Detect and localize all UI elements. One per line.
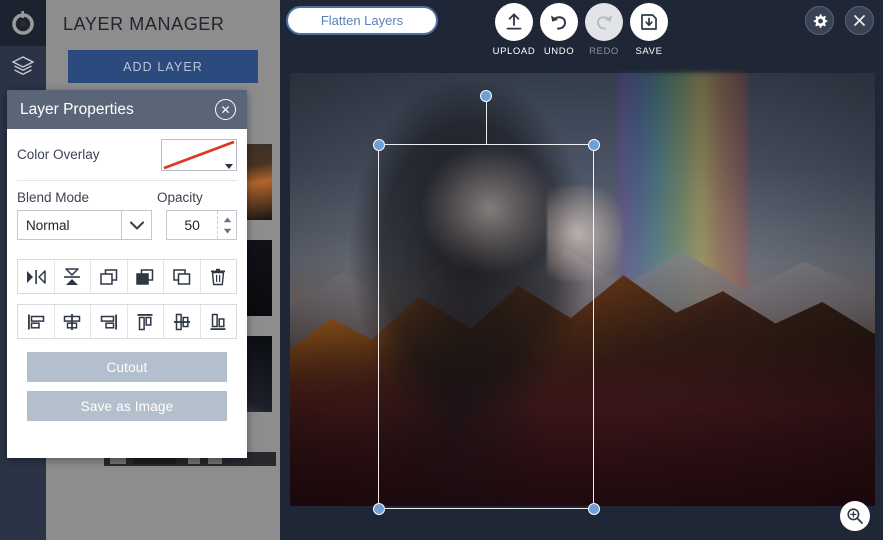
stepper-down-icon	[223, 228, 231, 233]
color-overlay-swatch[interactable]	[161, 138, 237, 171]
duplicate-icon[interactable]	[164, 260, 201, 293]
undo-label: UNDO	[543, 46, 575, 57]
canvas-area[interactable]	[280, 66, 883, 540]
dialog-body: Color Overlay Blend Mode Opacity Normal	[7, 129, 247, 421]
opacity-value: 50	[184, 217, 200, 233]
redo-icon	[596, 15, 612, 30]
resize-handle-bottom-left[interactable]	[372, 502, 385, 515]
redo-icon-wrap	[585, 3, 623, 41]
align-bottom-icon[interactable]	[201, 305, 237, 338]
undo-button[interactable]: UNDO	[537, 3, 581, 57]
image-editor-app: LAYER MANAGER ADD LAYER Layer Properties…	[0, 0, 883, 540]
add-layer-button[interactable]: ADD LAYER	[68, 50, 258, 83]
chevron-down-icon	[121, 211, 151, 239]
dialog-header: Layer Properties ✕	[7, 90, 247, 129]
upload-button[interactable]: UPLOAD	[492, 3, 536, 57]
settings-button[interactable]	[805, 6, 834, 35]
dialog-actions: Cutout Save as Image	[17, 349, 237, 421]
undo-icon-wrap	[540, 3, 578, 41]
save-label: SAVE	[635, 46, 663, 57]
logo-icon	[12, 11, 34, 35]
align-right-icon[interactable]	[91, 305, 128, 338]
close-icon	[854, 15, 865, 26]
undo-icon	[551, 15, 567, 30]
color-overlay-label: Color Overlay	[17, 147, 100, 162]
delete-icon[interactable]	[201, 260, 237, 293]
bring-forward-icon[interactable]	[91, 260, 128, 293]
align-left-icon[interactable]	[18, 305, 55, 338]
opacity-label: Opacity	[157, 190, 203, 205]
opacity-stepper[interactable]	[217, 211, 236, 239]
align-top-icon[interactable]	[128, 305, 164, 338]
layer-properties-dialog: Layer Properties ✕ Color Overlay Blend M…	[7, 90, 247, 458]
rotate-handle[interactable]	[479, 90, 492, 102]
transform-tool-section	[17, 251, 237, 339]
save-as-image-button[interactable]: Save as Image	[27, 391, 227, 421]
resize-handle-bottom-right[interactable]	[587, 502, 600, 515]
save-button[interactable]: SAVE	[627, 3, 671, 57]
top-toolbar: Flatten Layers UPLOAD UNDO REDO SAVE	[280, 0, 883, 66]
composite-artwork[interactable]	[290, 73, 875, 515]
app-logo[interactable]	[0, 0, 46, 46]
redo-label: REDO	[589, 46, 619, 57]
save-icon	[641, 14, 657, 30]
upload-icon-wrap	[495, 3, 533, 41]
opacity-input[interactable]: 50	[166, 210, 237, 240]
resize-handle-top-right[interactable]	[587, 138, 600, 151]
blend-opacity-controls: Normal 50	[17, 205, 237, 251]
upload-icon	[506, 13, 522, 30]
close-icon[interactable]: ✕	[215, 99, 236, 120]
page-title: LAYER MANAGER	[63, 14, 225, 34]
blend-mode-value: Normal	[26, 217, 70, 233]
blend-mode-label: Blend Mode	[17, 190, 90, 205]
flatten-layers-button[interactable]: Flatten Layers	[286, 6, 438, 35]
sidebar-item-layers[interactable]	[0, 46, 46, 86]
zoom-in-icon	[847, 508, 863, 524]
cutout-button[interactable]: Cutout	[27, 352, 227, 382]
blend-mode-select[interactable]: Normal	[17, 210, 153, 240]
zoom-in-button[interactable]	[840, 501, 870, 531]
selection-frame[interactable]	[372, 90, 600, 515]
resize-handle-top-left[interactable]	[372, 138, 385, 151]
bring-to-front-icon[interactable]	[128, 260, 164, 293]
close-button[interactable]	[845, 6, 874, 35]
blend-opacity-labels: Blend Mode Opacity	[17, 181, 237, 205]
align-middle-vertical-icon[interactable]	[164, 305, 201, 338]
transform-tool-row	[17, 259, 237, 294]
redo-button[interactable]: REDO	[582, 3, 626, 57]
color-overlay-row: Color Overlay	[17, 129, 237, 181]
align-center-horizontal-icon[interactable]	[55, 305, 91, 338]
stepper-up-icon	[223, 217, 231, 222]
flip-horizontal-icon[interactable]	[18, 260, 55, 293]
gear-icon	[813, 13, 827, 28]
layers-stack-icon	[11, 56, 35, 75]
save-icon-wrap	[630, 3, 668, 41]
flip-vertical-icon[interactable]	[55, 260, 91, 293]
align-tool-row	[17, 304, 237, 339]
dialog-title: Layer Properties	[20, 100, 134, 118]
upload-label: UPLOAD	[492, 46, 536, 57]
rotation-handle-line	[486, 96, 488, 145]
chevron-down-icon	[225, 163, 233, 169]
